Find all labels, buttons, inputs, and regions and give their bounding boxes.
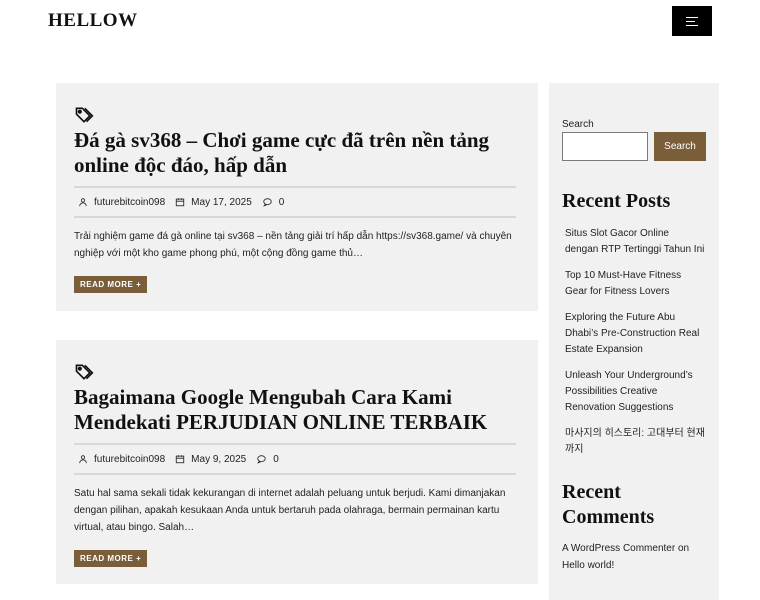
recent-comments-title: Recent Comments bbox=[562, 481, 655, 528]
tag-icon bbox=[75, 364, 94, 380]
search-form: Search bbox=[562, 132, 706, 161]
read-more-button[interactable]: READ MORE + bbox=[74, 276, 148, 293]
comment-icon bbox=[257, 455, 266, 464]
search-label: Search bbox=[562, 119, 594, 130]
post-title[interactable]: Đá gà sv368 – Chơi game cực đã trên nền … bbox=[74, 128, 514, 178]
divider bbox=[74, 216, 516, 218]
post-excerpt: Satu hal sama sekali tidak kekurangan di… bbox=[74, 488, 506, 533]
sidebar: Search Search Recent Posts Situs Slot Ga… bbox=[549, 83, 719, 600]
post-comment-count[interactable]: 0 bbox=[279, 197, 285, 208]
list-item[interactable]: Unleash Your Underground’s Possibilities… bbox=[565, 368, 705, 416]
post-meta: futurebitcoin098 May 9, 2025 0 bbox=[74, 445, 520, 473]
list-item[interactable]: Exploring the Future Abu Dhabi’s Pre-Con… bbox=[565, 310, 705, 358]
hamburger-icon-line bbox=[686, 24, 698, 26]
post-comment-count[interactable]: 0 bbox=[273, 454, 279, 465]
post-author[interactable]: futurebitcoin098 bbox=[94, 197, 165, 208]
menu-toggle-button[interactable] bbox=[672, 6, 712, 36]
recent-post-link[interactable]: Exploring the Future Abu Dhabi’s Pre-Con… bbox=[565, 312, 699, 355]
search-button[interactable]: Search bbox=[654, 132, 706, 161]
recent-posts-title: Recent Posts bbox=[562, 190, 671, 212]
divider bbox=[74, 473, 516, 475]
recent-post-link[interactable]: 마사지의 히스토리: 고대부터 현재까지 bbox=[565, 428, 705, 455]
post-date[interactable]: May 9, 2025 bbox=[191, 454, 246, 465]
user-icon bbox=[79, 198, 87, 207]
search-input[interactable] bbox=[562, 132, 648, 161]
post-card: Đá gà sv368 – Chơi game cực đã trên nền … bbox=[56, 83, 538, 311]
list-item[interactable]: Top 10 Must-Have Fitness Gear for Fitnes… bbox=[565, 268, 705, 300]
post-title[interactable]: Bagaimana Google Mengubah Cara Kami Mend… bbox=[74, 385, 514, 435]
calendar-icon bbox=[176, 198, 185, 207]
post-card: Bagaimana Google Mengubah Cara Kami Mend… bbox=[56, 340, 538, 584]
hamburger-icon-line bbox=[686, 20, 695, 22]
site-title[interactable]: HELLOW bbox=[48, 10, 138, 32]
recent-post-link[interactable]: Top 10 Must-Have Fitness Gear for Fitnes… bbox=[565, 270, 681, 297]
recent-post-link[interactable]: Situs Slot Gacor Online dengan RTP Terti… bbox=[565, 228, 704, 255]
read-more-button[interactable]: READ MORE + bbox=[74, 550, 148, 567]
calendar-icon bbox=[176, 455, 185, 464]
post-author[interactable]: futurebitcoin098 bbox=[94, 454, 165, 465]
user-icon bbox=[79, 455, 87, 464]
post-meta: futurebitcoin098 May 17, 2025 0 bbox=[74, 188, 520, 216]
comment-icon bbox=[262, 198, 272, 207]
tag-icon bbox=[75, 107, 94, 123]
hamburger-icon bbox=[686, 16, 698, 18]
list-item[interactable]: Situs Slot Gacor Online dengan RTP Terti… bbox=[565, 226, 705, 258]
recent-comment[interactable]: A WordPress Commenter on Hello world! bbox=[562, 540, 702, 574]
recent-posts-list: Situs Slot Gacor Online dengan RTP Terti… bbox=[562, 226, 706, 458]
recent-post-link[interactable]: Unleash Your Underground’s Possibilities… bbox=[565, 370, 693, 413]
post-excerpt: Trải nghiệm game đá gà online tại sv368 … bbox=[74, 231, 512, 259]
list-item[interactable]: 마사지의 히스토리: 고대부터 현재까지 bbox=[565, 426, 705, 458]
post-date[interactable]: May 17, 2025 bbox=[191, 197, 252, 208]
